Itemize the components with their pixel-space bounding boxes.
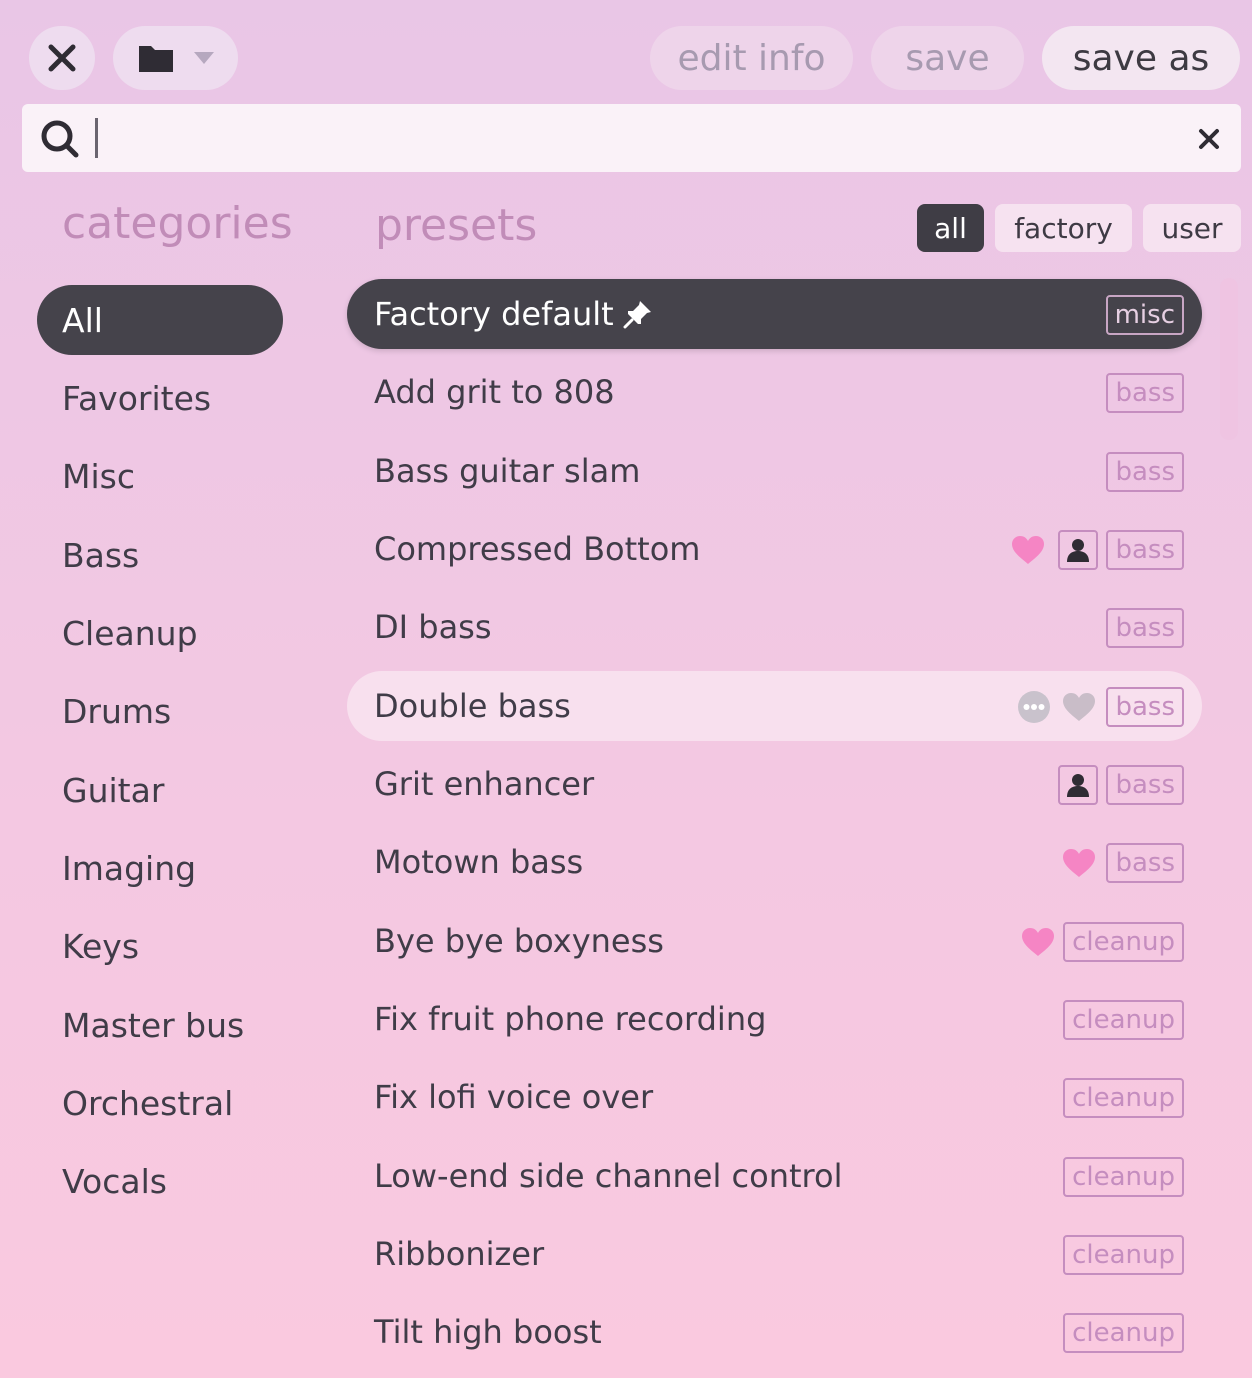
preset-row[interactable]: Bass guitar slam bass (347, 436, 1202, 506)
preset-tag: bass (1106, 530, 1184, 570)
user-preset-icon (1058, 765, 1098, 805)
preset-tag: bass (1106, 373, 1184, 413)
category-all[interactable]: All (37, 285, 283, 355)
category-orchestral[interactable]: Orchestral (37, 1068, 283, 1138)
preset-row[interactable]: Factory default misc (347, 279, 1202, 349)
preset-name: Tilt high boost (374, 1313, 602, 1351)
heart-icon[interactable] (1061, 843, 1097, 883)
preset-name: Fix lofi voice over (374, 1078, 654, 1116)
preset-name: Factory default (374, 295, 614, 333)
category-drums[interactable]: Drums (37, 676, 283, 746)
category-guitar[interactable]: Guitar (37, 755, 283, 825)
heart-icon[interactable] (1010, 530, 1046, 570)
preset-name: Low-end side channel control (374, 1157, 843, 1195)
category-vocals[interactable]: Vocals (37, 1146, 283, 1216)
heart-icon[interactable] (1020, 922, 1056, 962)
preset-row[interactable]: Low-end side channel control cleanup (347, 1141, 1202, 1211)
heart-outline-icon[interactable] (1061, 687, 1097, 727)
category-misc[interactable]: Misc (37, 441, 283, 511)
preset-row[interactable]: Fix lofi voice over cleanup (347, 1062, 1202, 1132)
category-keys[interactable]: Keys (37, 911, 283, 981)
category-cleanup[interactable]: Cleanup (37, 598, 283, 668)
close-button[interactable] (29, 26, 95, 90)
preset-row[interactable]: Grit enhancer bass (347, 749, 1202, 819)
pin-icon (623, 301, 651, 329)
chevron-down-icon (193, 52, 214, 64)
preset-name: Add grit to 808 (374, 373, 615, 411)
preset-name: DI bass (374, 608, 492, 646)
filter-all[interactable]: all (917, 204, 984, 252)
preset-name: Compressed Bottom (374, 530, 701, 568)
presets-title: presets (375, 200, 538, 251)
save-as-button[interactable]: save as (1042, 26, 1240, 90)
close-icon (48, 44, 76, 72)
preset-name: Bye bye boxyness (374, 922, 664, 960)
preset-tag: bass (1106, 765, 1184, 805)
search-input[interactable] (104, 112, 1168, 166)
category-master-bus[interactable]: Master bus (37, 990, 283, 1060)
preset-tag: bass (1106, 687, 1184, 727)
preset-row[interactable]: Ribbonizer cleanup (347, 1219, 1202, 1289)
preset-tag: bass (1106, 843, 1184, 883)
search-bar (22, 104, 1241, 172)
preset-tag: cleanup (1063, 1157, 1184, 1197)
preset-tag: cleanup (1063, 922, 1184, 962)
user-preset-icon (1058, 530, 1098, 570)
preset-name: Ribbonizer (374, 1235, 545, 1273)
preset-tag: bass (1106, 452, 1184, 492)
preset-tag: cleanup (1063, 1000, 1184, 1040)
preset-row[interactable]: Compressed Bottom bass (347, 514, 1202, 584)
category-bass[interactable]: Bass (37, 520, 283, 590)
preset-row[interactable]: Fix fruit phone recording cleanup (347, 984, 1202, 1054)
preset-row[interactable]: Add grit to 808 bass (347, 357, 1202, 427)
preset-row[interactable]: Bye bye boxyness cleanup (347, 906, 1202, 976)
text-cursor (95, 118, 98, 158)
filter-factory[interactable]: factory (995, 204, 1132, 252)
preset-name: Grit enhancer (374, 765, 595, 803)
preset-tag: bass (1106, 608, 1184, 648)
clear-search-icon[interactable] (1198, 128, 1220, 150)
more-options-icon[interactable] (1016, 687, 1052, 727)
save-button[interactable]: save (871, 26, 1024, 90)
presets-scrollbar[interactable] (1220, 278, 1238, 440)
category-imaging[interactable]: Imaging (37, 833, 283, 903)
folder-menu-button[interactable] (113, 26, 238, 90)
preset-row[interactable]: Tilt high boost cleanup (347, 1297, 1202, 1367)
preset-name: Fix fruit phone recording (374, 1000, 767, 1038)
categories-title: categories (62, 198, 293, 249)
preset-tag: cleanup (1063, 1235, 1184, 1275)
preset-name: Motown bass (374, 843, 584, 881)
filter-user[interactable]: user (1143, 204, 1241, 252)
preset-row[interactable]: Motown bass bass (347, 827, 1202, 897)
search-icon (41, 120, 79, 158)
edit-info-button[interactable]: edit info (650, 26, 853, 90)
preset-tag: cleanup (1063, 1313, 1184, 1353)
preset-name: Double bass (374, 687, 571, 725)
preset-tag: misc (1105, 295, 1184, 335)
folder-icon (138, 46, 173, 72)
preset-row[interactable]: DI bass bass (347, 592, 1202, 662)
category-favorites[interactable]: Favorites (37, 363, 283, 433)
preset-name: Bass guitar slam (374, 452, 641, 490)
preset-row[interactable]: Double bass bass (347, 671, 1202, 741)
preset-tag: cleanup (1063, 1078, 1184, 1118)
